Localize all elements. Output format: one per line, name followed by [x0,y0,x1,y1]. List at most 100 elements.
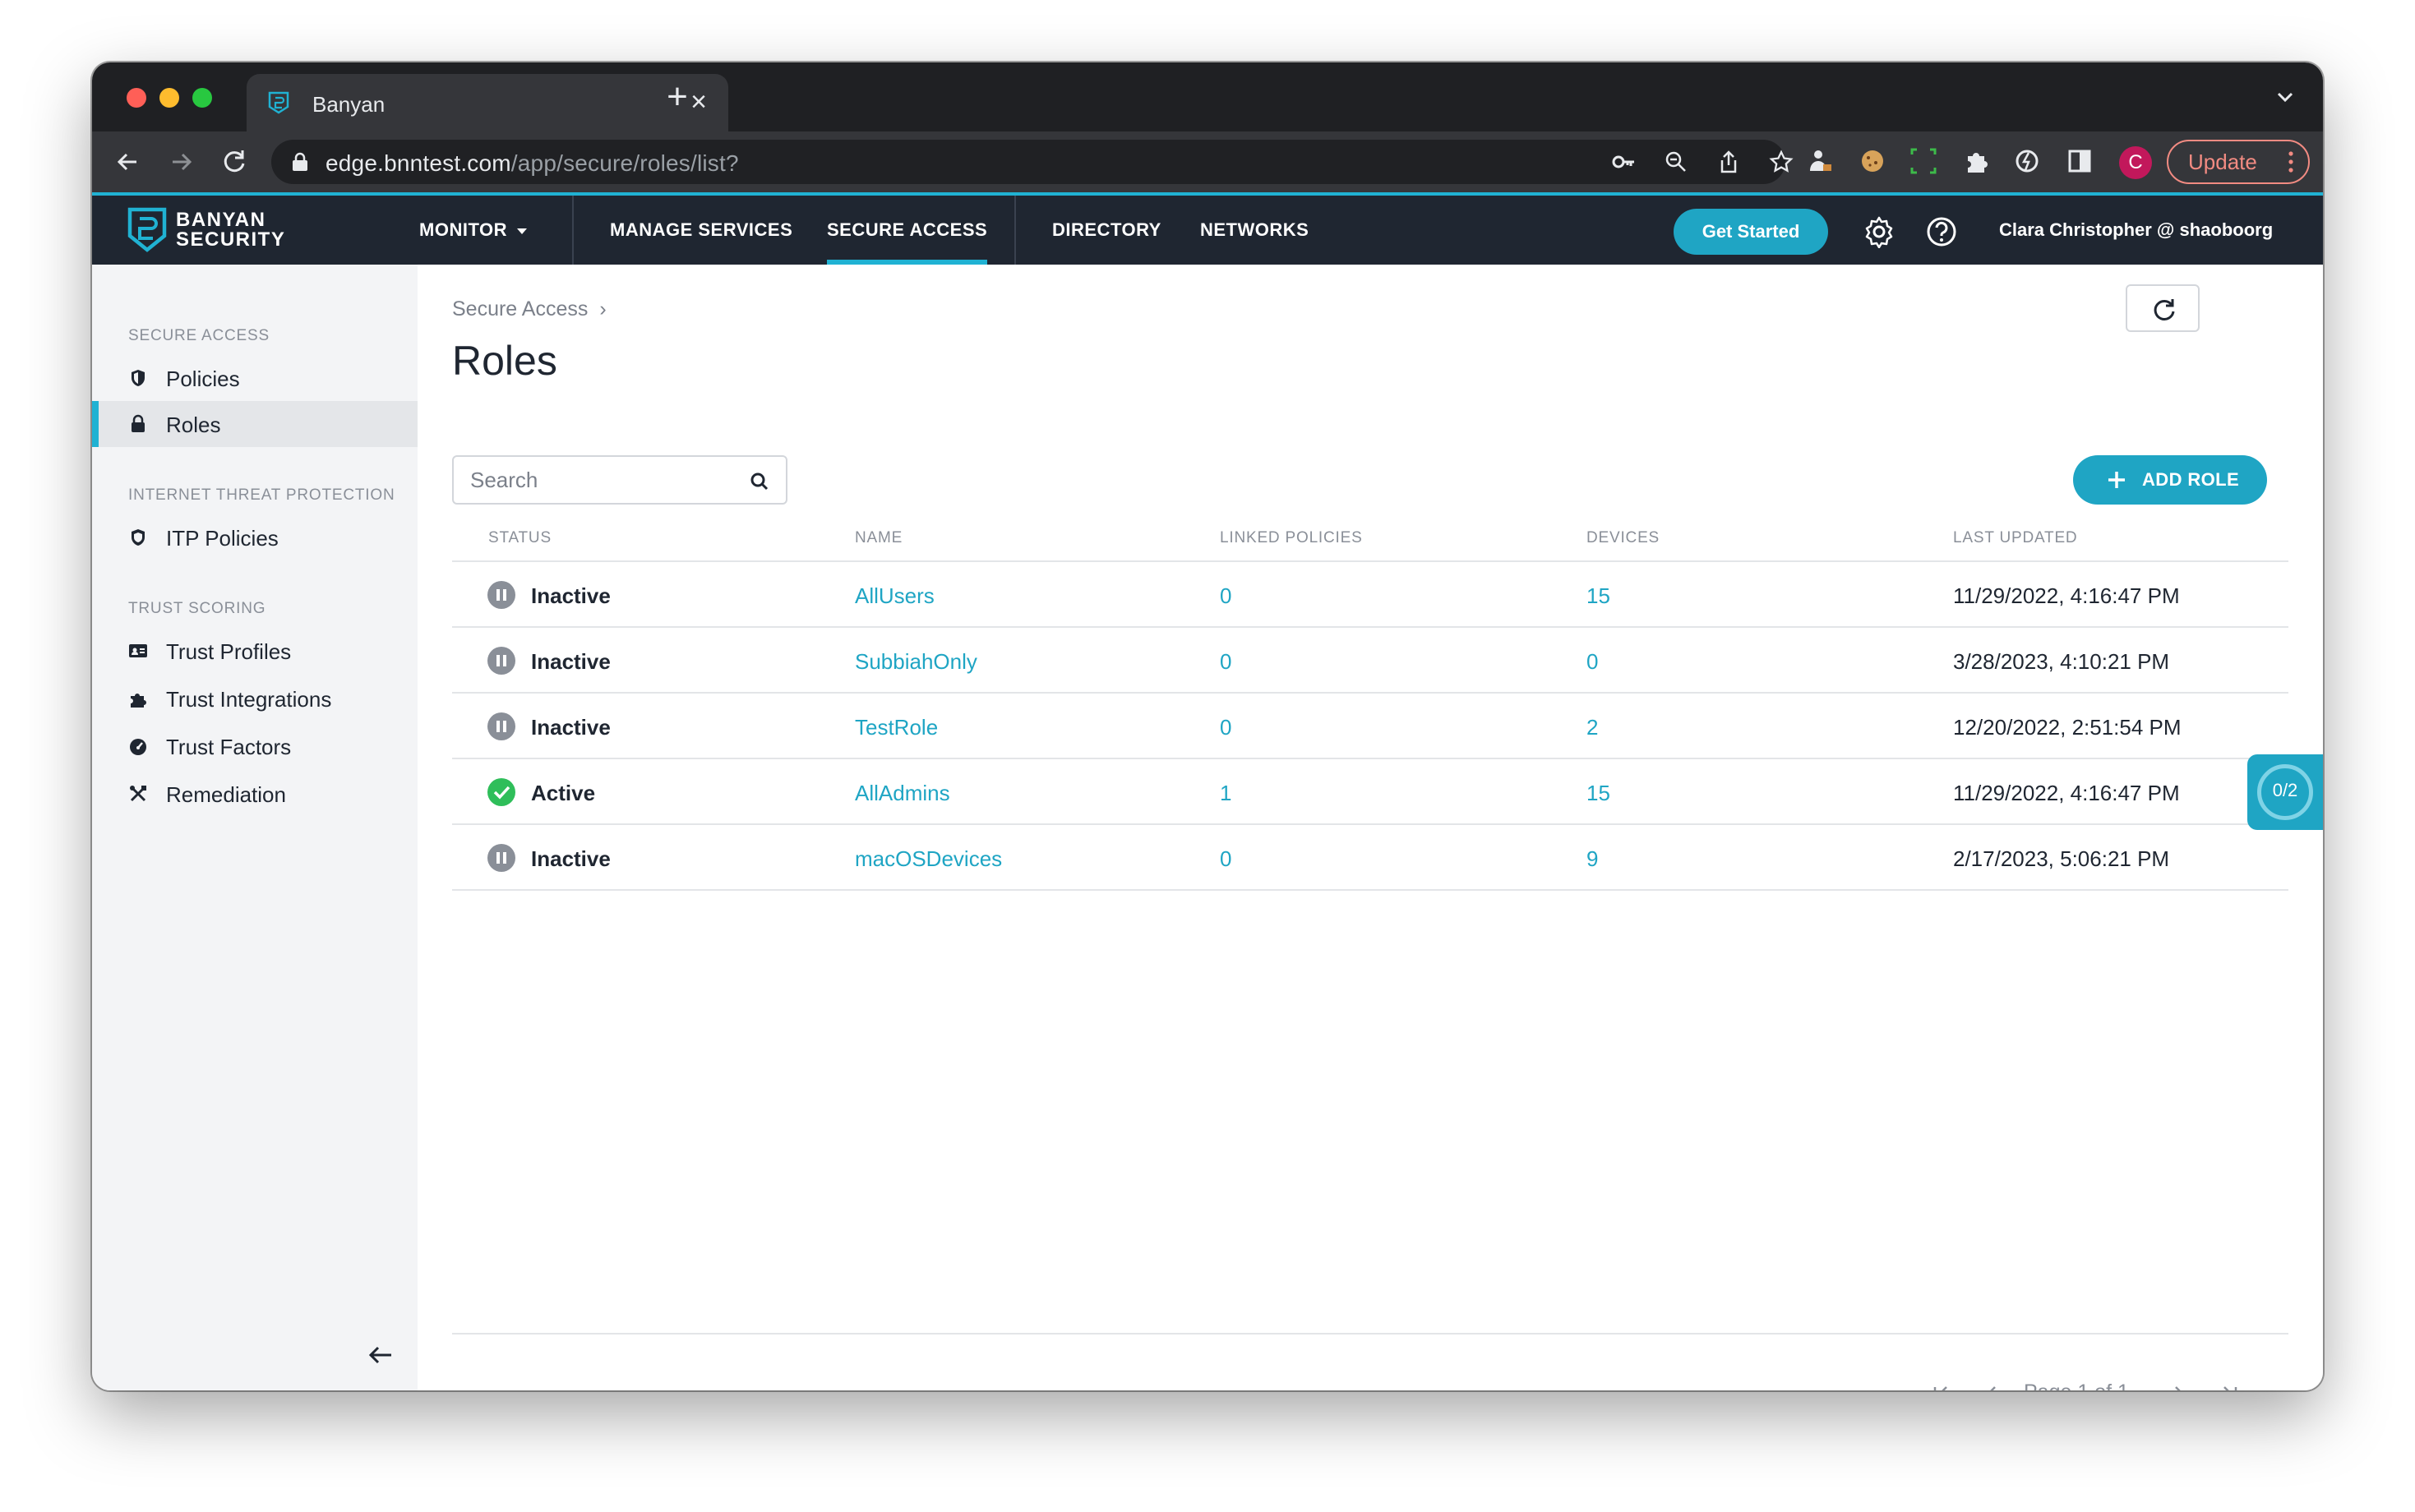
devices-link[interactable]: 15 [1586,781,1610,806]
last-updated-cell: 12/20/2022, 2:51:54 PM [1953,715,2182,740]
table-row[interactable]: Active AllAdmins 1 15 11/29/2022, 4:16:4… [452,759,2288,825]
tools-icon [130,786,146,802]
puzzle-extensions-icon[interactable] [1961,146,1991,176]
url-host: edge.bnntest.com [326,150,511,176]
nav-monitor[interactable]: MONITOR [419,196,527,265]
sidebar-item-trust-profiles[interactable]: Trust Profiles [92,628,418,674]
update-button[interactable]: Update [2167,140,2310,184]
maximize-window-button[interactable] [192,88,212,108]
caret-down-icon [516,228,527,234]
refresh-icon [2154,299,2175,320]
next-page-icon[interactable] [2167,1382,2190,1390]
breadcrumb-link-secure-access[interactable]: Secure Access [452,297,588,320]
lock-icon [132,414,145,432]
bookmark-star-icon[interactable] [1769,150,1794,174]
column-header-devices[interactable]: DEVICES [1586,529,1660,547]
extension-person-icon[interactable] [1805,146,1835,176]
forward-arrow-icon[interactable] [166,146,197,177]
nav-directory[interactable]: DIRECTORY [1052,196,1161,265]
pause-status-icon [487,844,515,872]
nav-networks[interactable]: NETWORKS [1200,196,1309,265]
role-name-link[interactable]: TestRole [855,715,938,740]
side-panel-icon[interactable] [2065,146,2094,176]
role-name-link[interactable]: AllUsers [855,583,935,609]
column-header-name[interactable]: NAME [855,529,903,547]
devices-link[interactable]: 9 [1586,846,1598,872]
breadcrumb: Secure Access › [452,297,607,321]
linked-policies-link[interactable]: 0 [1220,715,1231,740]
close-window-button[interactable] [127,88,146,108]
nav-secure-access[interactable]: SECURE ACCESS [827,196,988,265]
table-row[interactable]: Inactive macOSDevices 0 9 2/17/2023, 5:0… [452,825,2288,891]
last-updated-cell: 2/17/2023, 5:06:21 PM [1953,846,2170,871]
linked-policies-link[interactable]: 0 [1220,649,1231,675]
sidebar-item-label: Trust Factors [166,735,292,759]
address-bar[interactable]: edge.bnntest.com/app/secure/roles/list? [271,140,1794,184]
search-icon[interactable] [750,472,769,491]
url-text[interactable]: edge.bnntest.com/app/secure/roles/list? [326,150,739,177]
performance-icon[interactable] [2012,146,2042,176]
status-text: Inactive [531,583,611,608]
status-text: Inactive [531,846,611,871]
nav-manage-services[interactable]: MANAGE SERVICES [610,196,792,265]
sidebar-item-trust-integrations[interactable]: Trust Integrations [92,675,418,721]
banyan-logo[interactable]: BANYAN SECURITY [127,207,299,253]
pause-status-icon [487,712,515,740]
sidebar-item-roles[interactable]: Roles [92,401,418,447]
status-text: Inactive [531,715,611,740]
sidebar-section-title: INTERNET THREAT PROTECTION [128,486,395,504]
sidebar-item-label: Policies [166,366,240,391]
gear-icon[interactable] [1863,215,1896,248]
linked-policies-link[interactable]: 0 [1220,583,1231,609]
get-started-button[interactable]: Get Started [1674,209,1828,255]
linked-policies-link[interactable]: 0 [1220,846,1231,872]
sidebar-item-trust-factors[interactable]: Trust Factors [92,723,418,769]
linked-policies-link[interactable]: 1 [1220,781,1231,806]
browser-tab[interactable]: Banyan × [247,74,728,131]
table-row[interactable]: Inactive SubbiahOnly 0 0 3/28/2023, 4:10… [452,628,2288,694]
role-name-link[interactable]: macOSDevices [855,846,1002,872]
screenshot-extension-icon[interactable] [1909,146,1938,176]
column-header-linked-policies[interactable]: LINKED POLICIES [1220,529,1363,547]
zoom-icon[interactable] [1664,150,1688,174]
user-account-menu[interactable]: Clara Christopher @ shaoboorg [1999,196,2273,265]
back-arrow-icon[interactable] [112,146,143,177]
chevron-down-icon[interactable] [2274,85,2297,108]
column-header-last-updated[interactable]: LAST UPDATED [1953,529,2077,547]
search-box[interactable] [452,455,787,505]
plus-icon [2108,472,2125,488]
search-input[interactable] [470,467,733,493]
key-icon[interactable] [1611,150,1636,174]
last-updated-cell: 3/28/2023, 4:10:21 PM [1953,649,2170,674]
help-icon[interactable] [1925,215,1958,248]
share-icon[interactable] [1716,150,1741,174]
minimize-window-button[interactable] [159,88,179,108]
devices-link[interactable]: 2 [1586,715,1598,740]
sidebar-item-remediation[interactable]: Remediation [92,771,418,817]
nav-divider [1014,196,1016,265]
progress-text: 0/2 [2272,780,2298,800]
refresh-button[interactable] [2126,284,2200,332]
devices-link[interactable]: 0 [1586,649,1598,675]
sidebar-item-policies[interactable]: Policies [92,355,418,401]
add-role-button[interactable]: ADD ROLE [2073,455,2267,505]
column-header-status[interactable]: STATUS [488,529,552,547]
profile-avatar[interactable]: C [2119,146,2152,179]
onboarding-progress-badge[interactable]: 0/2 [2247,754,2323,830]
collapse-sidebar-arrow-icon[interactable] [367,1343,395,1367]
new-tab-icon[interactable]: + [658,77,697,117]
role-name-link[interactable]: SubbiahOnly [855,649,977,675]
more-vertical-icon[interactable] [2288,151,2293,173]
sidebar-item-itp-policies[interactable]: ITP Policies [92,514,418,560]
devices-link[interactable]: 15 [1586,583,1610,609]
last-page-icon[interactable] [2218,1382,2241,1390]
table-row[interactable]: Inactive TestRole 0 2 12/20/2022, 2:51:5… [452,694,2288,759]
lock-icon[interactable] [291,152,309,172]
previous-page-icon[interactable] [1981,1382,2004,1390]
cookie-icon[interactable] [1858,146,1887,176]
first-page-icon[interactable] [1930,1382,1953,1390]
reload-icon[interactable] [219,146,250,177]
role-name-link[interactable]: AllAdmins [855,781,950,806]
table-row[interactable]: Inactive AllUsers 0 15 11/29/2022, 4:16:… [452,562,2288,628]
brand-line-2: SECURITY [176,228,286,251]
